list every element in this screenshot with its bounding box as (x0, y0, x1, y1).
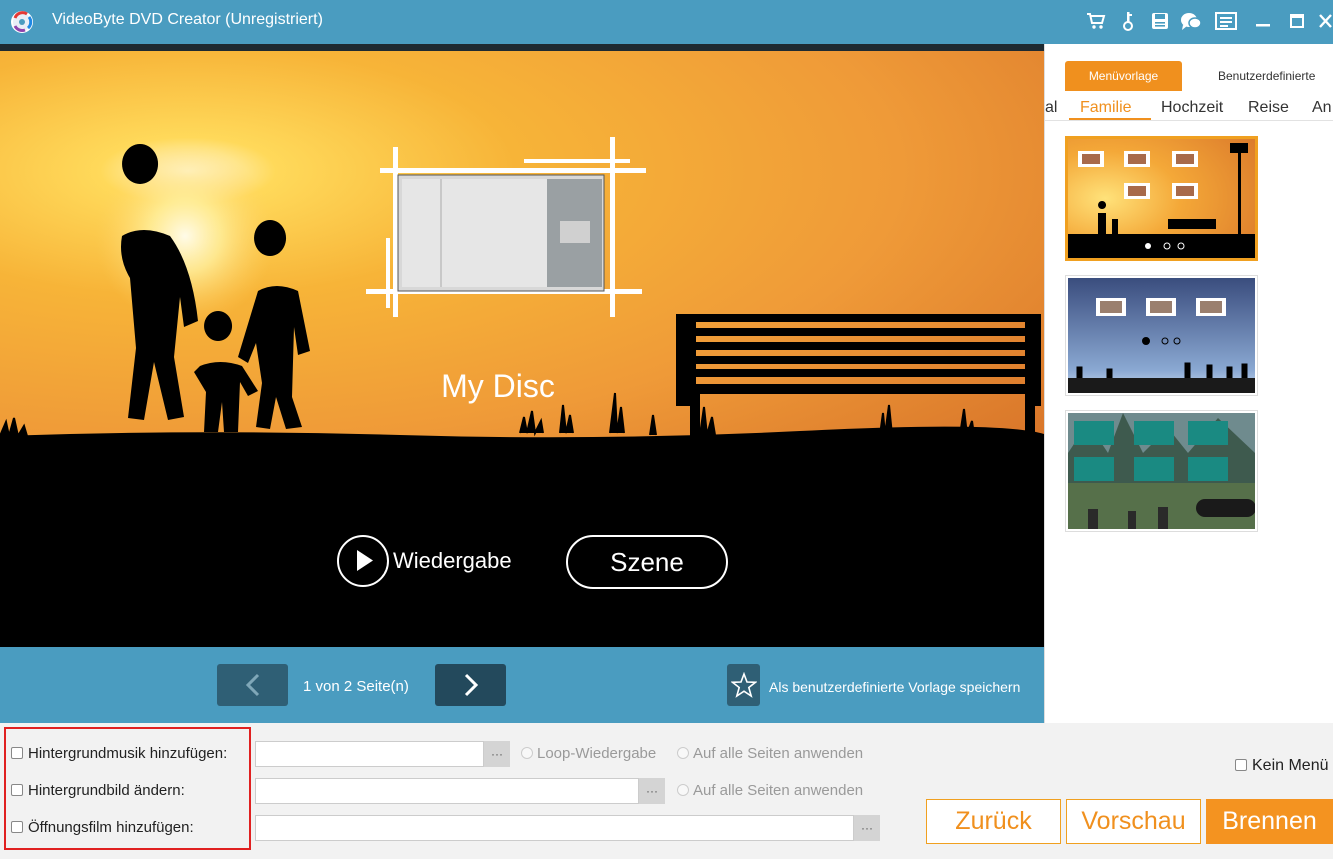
close-icon[interactable] (1318, 10, 1333, 32)
page-navigation-bar: 1 von 2 Seite(n) Als benutzerdefinierte … (0, 647, 1044, 723)
category-tab-hochzeit[interactable]: Hochzeit (1161, 99, 1223, 117)
chat-icon[interactable] (1180, 10, 1202, 32)
background-music-path-input[interactable] (255, 741, 484, 767)
page-indicator: 1 von 2 Seite(n) (303, 678, 409, 695)
template-thumbnail-1[interactable] (1065, 136, 1258, 261)
template-thumbnail-2[interactable] (1065, 275, 1258, 396)
back-button[interactable]: Zurück (926, 799, 1061, 844)
apply-music-all-pages-label: Auf alle Seiten anwenden (693, 745, 864, 762)
no-menu-label: Kein Menü (1252, 757, 1329, 774)
key-icon[interactable] (1117, 10, 1139, 32)
menu-list-icon[interactable] (1215, 10, 1237, 32)
next-page-button[interactable] (435, 664, 506, 706)
burn-button[interactable]: Brennen (1206, 799, 1333, 844)
previous-page-button[interactable] (217, 664, 288, 706)
apply-music-all-pages-checkbox[interactable] (677, 747, 689, 759)
star-icon (730, 672, 757, 698)
chevron-left-icon (245, 673, 259, 697)
minimize-icon[interactable] (1252, 10, 1274, 32)
chevron-right-icon (464, 673, 478, 697)
menu-preview: My Disc Wiedergabe Szene (0, 51, 1044, 647)
category-tab-partial[interactable]: al (1045, 99, 1057, 117)
highlight-box (4, 727, 251, 850)
tab-custom-template[interactable]: Benutzerdefinierte (1205, 61, 1333, 91)
title-bar: VideoByte DVD Creator (Unregistriert) (0, 0, 1333, 44)
opening-film-browse-button[interactable]: ··· (854, 815, 880, 841)
template-thumbnail-3[interactable] (1065, 410, 1258, 532)
divider (0, 44, 1044, 51)
category-tab-familie[interactable]: Familie (1080, 99, 1132, 117)
no-menu-checkbox[interactable] (1235, 759, 1247, 771)
opening-film-path-input[interactable] (255, 815, 854, 841)
category-underline (1069, 118, 1151, 120)
maximize-icon[interactable] (1286, 10, 1308, 32)
loop-playback-label: Loop-Wiedergabe (537, 745, 657, 762)
scene-button[interactable]: Szene (566, 535, 728, 589)
save-template-button[interactable] (727, 664, 760, 706)
cart-icon[interactable] (1085, 10, 1107, 32)
save-template-label[interactable]: Als benutzerdefinierte Vorlage speichern (769, 679, 1020, 695)
play-icon (357, 550, 373, 571)
app-logo-icon (9, 9, 35, 35)
apply-image-all-pages-checkbox[interactable] (677, 784, 689, 796)
tab-menu-template[interactable]: Menüvorlage (1065, 61, 1182, 91)
background-image-browse-button[interactable]: ··· (639, 778, 665, 804)
play-button-label[interactable]: Wiedergabe (393, 548, 512, 574)
play-button[interactable] (337, 535, 389, 587)
preview-button[interactable]: Vorschau (1066, 799, 1201, 844)
category-tab-reise[interactable]: Reise (1248, 99, 1289, 117)
disc-title[interactable]: My Disc (0, 368, 996, 405)
loop-playback-checkbox[interactable] (521, 747, 533, 759)
template-panel: Menüvorlage Benutzerdefinierte al Famili… (1044, 44, 1333, 723)
window-title: VideoByte DVD Creator (Unregistriert) (52, 11, 323, 28)
preview-background-image (0, 51, 1044, 647)
background-image-path-input[interactable] (255, 778, 639, 804)
save-icon[interactable] (1149, 10, 1171, 32)
apply-image-all-pages-label: Auf alle Seiten anwenden (693, 782, 864, 799)
background-music-browse-button[interactable]: ··· (484, 741, 510, 767)
category-tab-partial-right[interactable]: An (1312, 99, 1332, 117)
